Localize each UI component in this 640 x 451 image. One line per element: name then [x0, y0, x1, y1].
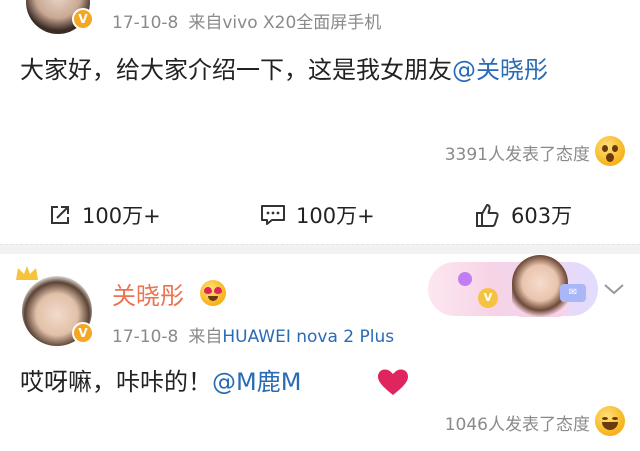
verified-badge-icon: V — [72, 322, 94, 344]
post-divider — [0, 244, 640, 254]
post-meta: 17-10-8 来自HUAWEI nova 2 Plus — [112, 322, 394, 347]
share-button[interactable]: 100万+ — [48, 200, 161, 230]
verified-badge-icon: V — [72, 8, 94, 30]
post-text-body: 哎呀嘛，咔咔的！ — [20, 368, 212, 396]
mention-link[interactable]: @关晓彤 — [452, 56, 548, 84]
post-source: 来自vivo X20全面屏手机 — [188, 13, 382, 33]
post-source-prefix: 来自 — [188, 327, 223, 347]
share-count: 100万+ — [82, 204, 161, 228]
thumbs-up-icon — [476, 204, 499, 227]
crown-icon — [16, 266, 38, 280]
post-meta: 17-10-8 来自vivo X20全面屏手机 — [112, 8, 381, 33]
post-text: 大家好，给大家介绍一下，这是我女朋友@关晓彤 — [20, 50, 620, 90]
post-text-body: 大家好，给大家介绍一下，这是我女朋友 — [20, 56, 452, 84]
mention-link[interactable]: @M鹿M — [212, 368, 301, 396]
post-device[interactable]: HUAWEI nova 2 Plus — [222, 327, 394, 347]
reaction-count[interactable]: 3391人发表了态度 — [445, 140, 590, 165]
comment-button[interactable]: 100万+ — [260, 200, 375, 230]
heart-eyes-emoji-icon — [200, 280, 226, 306]
post-date: 17-10-8 — [112, 327, 179, 347]
like-button[interactable]: 603万 — [475, 200, 572, 230]
comment-count: 100万+ — [296, 204, 375, 228]
reaction-count[interactable]: 1046人发表了态度 — [445, 410, 590, 435]
heart-icon — [378, 369, 408, 395]
like-count: 603万 — [511, 204, 573, 228]
surprised-emoji-icon[interactable] — [595, 136, 625, 166]
share-icon — [51, 206, 69, 224]
action-bar: 100万+ 100万+ 603万 — [0, 190, 640, 238]
decoration-ticket-icon: ✉ — [560, 284, 586, 302]
decoration-badge-icon: V — [478, 288, 498, 308]
post-date: 17-10-8 — [112, 13, 179, 33]
chevron-down-icon[interactable] — [603, 282, 625, 296]
decoration-dot-icon — [458, 272, 472, 286]
post-text: 哎呀嘛，咔咔的！@M鹿M — [20, 362, 301, 402]
comment-icon — [261, 205, 285, 225]
laughing-emoji-icon[interactable] — [595, 406, 625, 436]
username[interactable]: 关晓彤 — [112, 276, 184, 311]
